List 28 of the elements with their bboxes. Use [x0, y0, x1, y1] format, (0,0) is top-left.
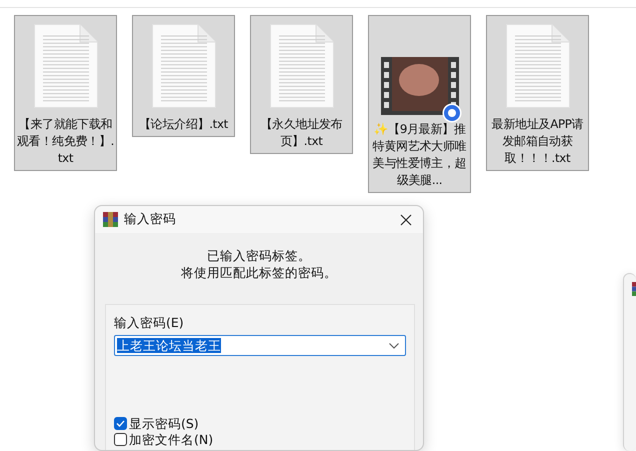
- checkbox[interactable]: [114, 433, 127, 446]
- file-name: 【来了就能下载和观看！纯免费！】.txt: [16, 116, 115, 167]
- file-item[interactable]: 【论坛介绍】.txt: [132, 15, 235, 137]
- cloud-sync-icon: [442, 103, 462, 123]
- checkbox[interactable]: [114, 417, 127, 430]
- checkbox-option[interactable]: 加密文件名(N): [114, 432, 406, 447]
- file-name: 最新地址及APP请发邮箱自动获取！！！.txt: [490, 116, 584, 167]
- file-name: 【永久地址发布页】.txt: [260, 116, 344, 150]
- file-item[interactable]: 最新地址及APP请发邮箱自动获取！！！.txt: [486, 15, 589, 171]
- file-item[interactable]: ✨【9月最新】推特黄网艺术大师唯美与性爱博主，超级美腿...: [368, 15, 471, 193]
- file-name: 【论坛介绍】.txt: [138, 116, 229, 133]
- dialog-title: 输入密码: [124, 211, 177, 228]
- file-item[interactable]: 【来了就能下载和观看！纯免费！】.txt: [14, 15, 117, 171]
- message-line: 已输入密码标签。: [206, 247, 312, 264]
- text-file-icon: [506, 24, 570, 108]
- checkbox-option[interactable]: 显示密码(S): [114, 416, 406, 431]
- archive-app-icon: [103, 212, 118, 227]
- password-field[interactable]: 上老王论坛当老王: [114, 335, 406, 356]
- dropdown-caret-icon[interactable]: [389, 342, 399, 348]
- password-value: 上老王论坛当老王: [117, 338, 221, 353]
- archive-app-icon: [632, 282, 636, 296]
- message-line: 将使用匹配此标签的密码。: [180, 264, 338, 281]
- file-name: ✨【9月最新】推特黄网艺术大师唯美与性爱博主，超级美腿...: [372, 121, 468, 189]
- file-item[interactable]: 【永久地址发布页】.txt: [250, 15, 353, 154]
- text-file-icon: [152, 24, 216, 108]
- text-file-icon: [270, 24, 334, 108]
- text-file-icon: [34, 24, 98, 108]
- password-label: 输入密码(E): [114, 315, 185, 332]
